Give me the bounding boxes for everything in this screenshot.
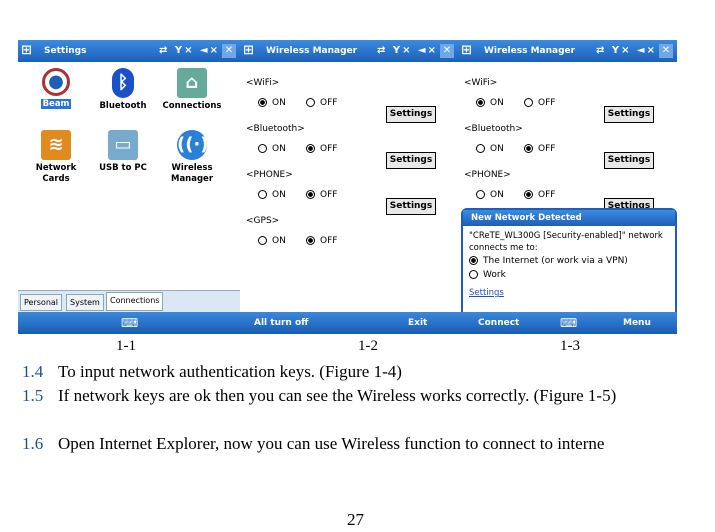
wireless-manager-item[interactable]: ((·)) Wireless Manager [162, 130, 222, 185]
dialog-title: New Network Detected [463, 210, 675, 226]
soft-key-bar: All turn off Exit [240, 312, 458, 334]
bluetooth-icon: ᛒ [112, 68, 134, 98]
windows-start-icon[interactable]: ⊞ [461, 43, 477, 59]
section-label: <PHONE> [246, 170, 293, 180]
keyboard-icon[interactable]: ⌨ [121, 312, 138, 334]
windows-start-icon[interactable]: ⊞ [21, 43, 37, 59]
on-radio[interactable]: ON [476, 98, 504, 108]
on-radio[interactable]: ON [476, 144, 504, 154]
radio-icon [476, 190, 485, 199]
radio-icon [258, 190, 267, 199]
tab-bar: Personal System Connections [18, 290, 240, 313]
radio-icon [258, 144, 267, 153]
connections-icon: ⌂ [177, 68, 207, 98]
radio-icon [306, 190, 315, 199]
section-label: <Bluetooth> [246, 124, 305, 134]
on-radio[interactable]: ON [258, 144, 286, 154]
radio-icon [258, 98, 267, 107]
radio-icon [476, 144, 485, 153]
connections-item[interactable]: ⌂ Connections [162, 68, 222, 112]
close-button[interactable]: ✕ [659, 44, 673, 58]
settings-button[interactable]: Settings [386, 106, 436, 123]
option-internet[interactable]: The Internet (or work via a VPN) [469, 256, 628, 266]
status-icons[interactable]: ⇄ Y× ◄× [159, 45, 220, 56]
network-cards-item[interactable]: ≋ Network Cards [26, 130, 86, 185]
page-number: 27 [347, 510, 364, 529]
on-radio[interactable]: ON [258, 190, 286, 200]
status-icons[interactable]: ⇄ Y× ◄× [596, 45, 657, 56]
usb-icon: ▭ [108, 130, 138, 160]
settings-button[interactable]: Settings [604, 106, 654, 123]
radio-selected-icon [469, 256, 478, 265]
new-network-dialog: New Network Detected "CReTE_WL300G [Secu… [461, 208, 677, 316]
connect-button[interactable]: Connect [478, 312, 519, 334]
off-radio[interactable]: OFF [306, 98, 337, 108]
beam-item[interactable]: ● Beam [26, 68, 86, 110]
keyboard-icon[interactable]: ⌨ [560, 312, 577, 334]
settings-button[interactable]: Settings [386, 152, 436, 169]
off-radio[interactable]: OFF [524, 144, 555, 154]
caption-1-2: 1-2 [358, 338, 378, 354]
on-radio[interactable]: ON [258, 236, 286, 246]
all-turn-off-button[interactable]: All turn off [254, 312, 308, 334]
caption-1-1: 1-1 [116, 338, 136, 354]
settings-button[interactable]: Settings [604, 152, 654, 169]
settings-screen: ⊞ Settings ⇄ Y× ◄× ✕ ● Beam ᛒ Bluetooth ⌂ Co… [18, 40, 240, 334]
usb-to-pc-item[interactable]: ▭ USB to PC [93, 130, 153, 174]
windows-start-icon[interactable]: ⊞ [243, 43, 259, 59]
close-button[interactable]: ✕ [440, 44, 454, 58]
radio-icon [306, 144, 315, 153]
radio-icon [469, 270, 478, 279]
wireless-manager-icon: ((·)) [177, 130, 217, 160]
soft-key-bar: Connect ⌨ Menu [458, 312, 677, 334]
settings-button[interactable]: Settings [386, 198, 436, 215]
title-bar: ⊞ Wireless Manager ⇄ Y× ◄× ✕ [458, 40, 677, 62]
beam-icon: ● [42, 68, 70, 96]
bluetooth-item[interactable]: ᛒ Bluetooth [93, 68, 153, 112]
section-label: <PHONE> [464, 170, 511, 180]
off-radio[interactable]: OFF [306, 190, 337, 200]
off-radio[interactable]: OFF [306, 236, 337, 246]
menu-button[interactable]: Menu [623, 312, 651, 334]
title-bar: ⊞ Wireless Manager ⇄ Y× ◄× ✕ [240, 40, 458, 62]
radio-icon [524, 190, 533, 199]
radio-icon [258, 236, 267, 245]
off-radio[interactable]: OFF [524, 190, 555, 200]
tab-system[interactable]: System [66, 294, 104, 311]
exit-button[interactable]: Exit [408, 312, 427, 334]
section-label: <WiFi> [246, 78, 280, 88]
network-cards-icon: ≋ [41, 130, 71, 160]
section-label: <WiFi> [464, 78, 498, 88]
dialog-message: "CReTE_WL300G [Security-enabled]" networ… [469, 231, 663, 253]
status-icons[interactable]: ⇄ Y× ◄× [377, 45, 438, 56]
off-radio[interactable]: OFF [306, 144, 337, 154]
section-label: <GPS> [246, 216, 280, 226]
off-radio[interactable]: OFF [524, 98, 555, 108]
wireless-manager-screen: ⊞ Wireless Manager ⇄ Y× ◄× ✕ <WiFi> ON OF… [240, 40, 458, 334]
title-bar: ⊞ Settings ⇄ Y× ◄× ✕ [18, 40, 240, 62]
title: Settings [44, 46, 87, 56]
tab-personal[interactable]: Personal [20, 294, 63, 311]
radio-icon [524, 98, 533, 107]
radio-icon [524, 144, 533, 153]
caption-1-3: 1-3 [560, 338, 580, 354]
on-radio[interactable]: ON [258, 98, 286, 108]
soft-key-bar: ⌨ [18, 312, 240, 334]
radio-icon [306, 98, 315, 107]
tab-connections[interactable]: Connections [106, 292, 164, 311]
radio-icon [306, 236, 315, 245]
close-button[interactable]: ✕ [222, 44, 236, 58]
section-label: <Bluetooth> [464, 124, 523, 134]
wireless-manager-dialog-screen: ⊞ Wireless Manager ⇄ Y× ◄× ✕ <WiFi> ON OF… [458, 40, 677, 334]
radio-icon [476, 98, 485, 107]
settings-link[interactable]: Settings [469, 288, 504, 298]
option-work[interactable]: Work [469, 270, 506, 280]
on-radio[interactable]: ON [476, 190, 504, 200]
